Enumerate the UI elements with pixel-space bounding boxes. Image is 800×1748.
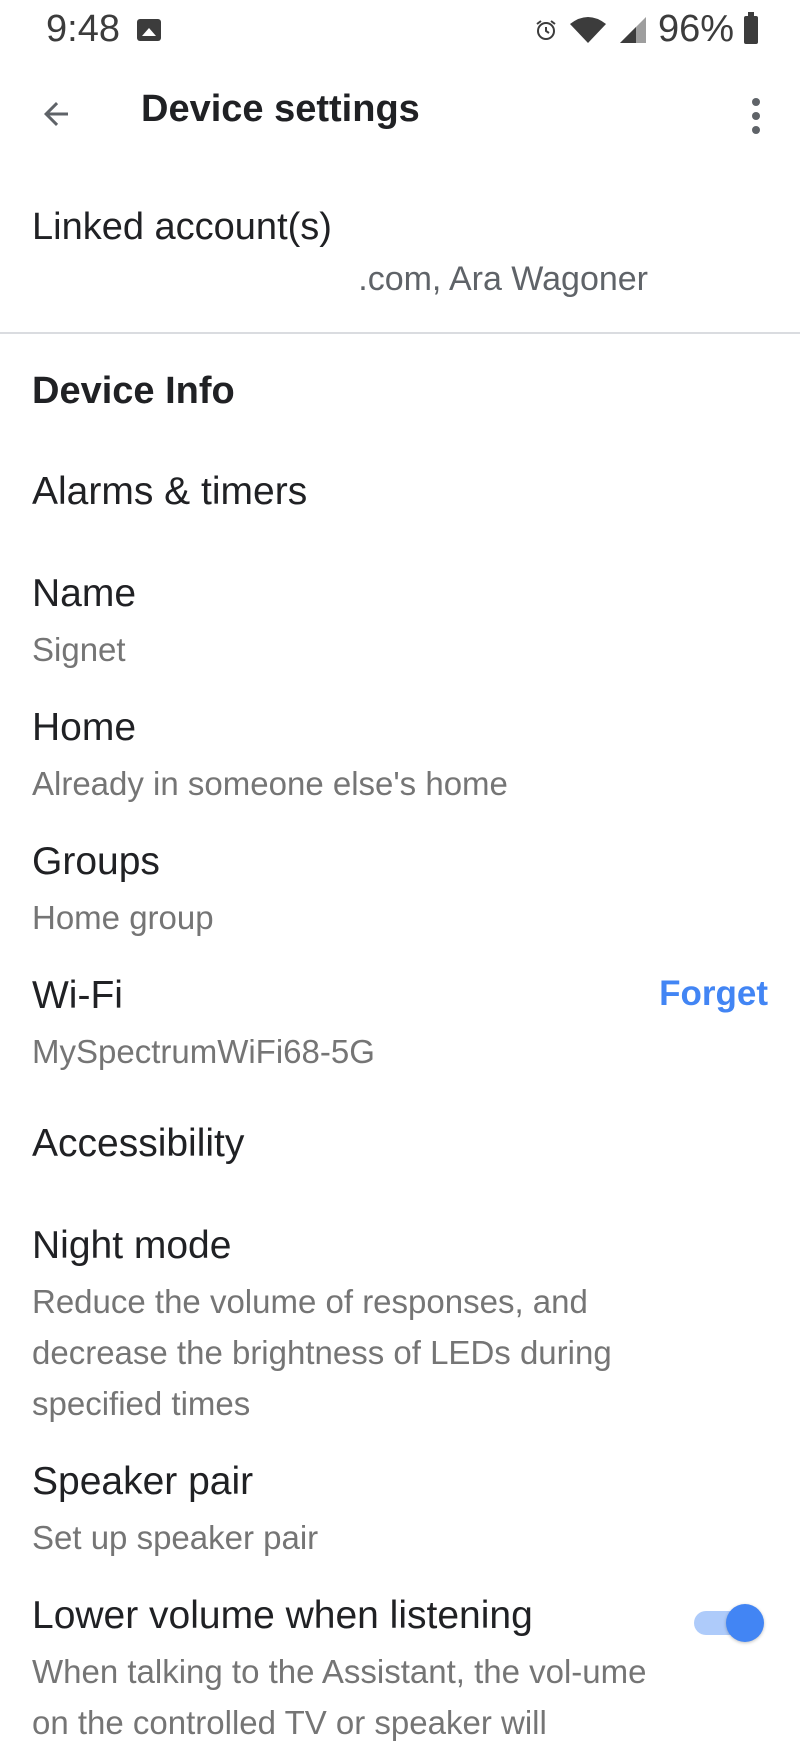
row-subtitle: Set up speaker pair xyxy=(32,1519,319,1556)
row-subtitle: Already in someone else's home xyxy=(32,765,508,802)
back-button[interactable] xyxy=(28,86,84,142)
arrow-back-icon xyxy=(44,102,68,126)
section-header-device-info: Device Info xyxy=(32,370,235,412)
battery-icon xyxy=(744,11,758,44)
more-vert-icon xyxy=(752,98,760,106)
page-title: Device settings xyxy=(141,88,420,130)
image-notification-icon xyxy=(137,19,161,41)
toggle-thumb xyxy=(726,1604,764,1642)
row-title: Speaker pair xyxy=(32,1460,254,1503)
row-title: Night mode xyxy=(32,1224,232,1267)
row-title: Accessibility xyxy=(32,1122,245,1165)
cell-signal-icon xyxy=(619,16,646,43)
row-title: Wi-Fi xyxy=(32,974,123,1017)
row-title: Lower volume when listening xyxy=(32,1594,533,1637)
lower-volume-toggle[interactable] xyxy=(694,1604,764,1642)
divider xyxy=(0,332,800,334)
linked-accounts-row[interactable]: Linked account(s) .com, Ara Wagoner xyxy=(0,190,800,334)
app-bar: Device settings xyxy=(0,62,800,168)
row-subtitle: Signet xyxy=(32,631,126,668)
battery-percent: 96% xyxy=(657,8,734,50)
row-title: Name xyxy=(32,572,137,615)
row-subtitle: MySpectrumWiFi68-5G xyxy=(32,1033,375,1070)
status-bar: 9:48 96% xyxy=(0,0,800,62)
linked-accounts-title: Linked account(s) xyxy=(32,206,332,248)
row-title: Groups xyxy=(32,840,160,883)
forget-wifi-button[interactable]: Forget xyxy=(659,974,768,1014)
linked-accounts-value: .com, Ara Wagoner xyxy=(358,260,648,298)
more-options-button[interactable] xyxy=(738,88,774,144)
row-subtitle: Reduce the volume of responses, and decr… xyxy=(32,1283,612,1422)
row-title: Home xyxy=(32,706,137,749)
status-time: 9:48 xyxy=(46,8,120,50)
wifi-icon xyxy=(569,16,606,43)
row-title: Alarms & timers xyxy=(32,470,308,513)
alarm-icon xyxy=(536,19,556,40)
row-subtitle: Home group xyxy=(32,899,214,936)
status-indicators: 96% xyxy=(534,8,758,51)
row-subtitle: When talking to the Assistant, the vol-u… xyxy=(32,1653,647,1741)
